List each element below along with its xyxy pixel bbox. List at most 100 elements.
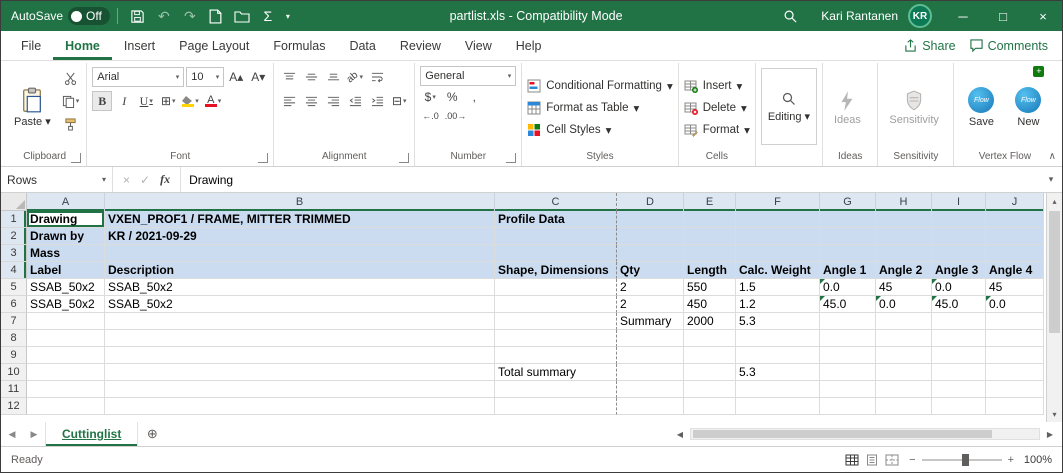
cell-B9[interactable] [105,347,495,364]
cell-D7[interactable]: Summary [617,313,684,330]
cell-H4[interactable]: Angle 2 [876,262,932,279]
cell-F9[interactable] [736,347,820,364]
cell-A3[interactable]: Mass [27,245,105,262]
cell-F12[interactable] [736,398,820,415]
borders-button[interactable]: ⊞▾ [158,91,178,111]
row-header-1[interactable]: 1 [1,211,27,228]
paste-button[interactable]: Paste ▾ [8,66,57,149]
cell-I2[interactable] [932,228,986,245]
column-header-H[interactable]: H [876,193,932,211]
cell-C10[interactable]: Total summary [495,364,617,381]
cell-C9[interactable] [495,347,617,364]
cell-D5[interactable]: 2 [617,279,684,296]
cancel-entry-button[interactable]: × [123,173,130,187]
accounting-format-button[interactable]: $▾ [420,87,440,107]
row-header-9[interactable]: 9 [1,347,27,364]
vertical-scroll-thumb[interactable] [1049,211,1060,333]
vertical-scrollbar[interactable]: ▴ ▾ [1046,193,1062,422]
tab-help[interactable]: Help [504,31,554,60]
cell-A10[interactable] [27,364,105,381]
cell-J1[interactable] [986,211,1044,228]
cell-D11[interactable] [617,381,684,398]
cell-D4[interactable]: Qty [617,262,684,279]
column-header-F[interactable]: F [736,193,820,211]
merge-center-button[interactable]: ⊟▾ [389,91,409,111]
conditional-formatting-button[interactable]: Conditional Formatting▾ [527,75,672,96]
cell-D2[interactable] [617,228,684,245]
document-title[interactable]: partlist.xls - Compatibility Mode [295,9,777,23]
underline-button[interactable]: U▾ [136,91,156,111]
cell-B2[interactable]: KR / 2021-09-29 [105,228,495,245]
italic-button[interactable]: I [114,91,134,111]
cell-B1[interactable]: VXEN_PROF1 / FRAME, MITTER TRIMMED [105,211,495,228]
row-header-5[interactable]: 5 [1,279,27,296]
cell-I5[interactable]: 0.0 [932,279,986,296]
cell-styles-button[interactable]: Cell Styles▾ [527,119,672,140]
cell-G4[interactable]: Angle 1 [820,262,876,279]
cell-E6[interactable]: 450 [684,296,736,313]
page-break-preview-icon[interactable] [885,454,899,466]
cell-I4[interactable]: Angle 3 [932,262,986,279]
comments-button[interactable]: Comments [970,39,1048,53]
zoom-slider-thumb[interactable] [962,454,969,466]
cell-G5[interactable]: 0.0 [820,279,876,296]
increase-decimal-button[interactable]: ←.0 [420,106,441,126]
cell-J7[interactable] [986,313,1044,330]
customize-quick-access-button[interactable]: ▾ [281,1,295,31]
cell-F7[interactable]: 5.3 [736,313,820,330]
normal-view-icon[interactable] [845,454,859,466]
cell-C5[interactable] [495,279,617,296]
column-header-C[interactable]: C [495,193,617,211]
minimize-button[interactable]: ─ [944,1,982,31]
new-sheet-button[interactable]: ⊕ [138,422,166,446]
cell-E3[interactable] [684,245,736,262]
cell-A11[interactable] [27,381,105,398]
zoom-slider[interactable] [922,459,1002,461]
cell-E12[interactable] [684,398,736,415]
cell-D8[interactable] [617,330,684,347]
row-header-2[interactable]: 2 [1,228,27,245]
number-dialog-launcher[interactable] [506,153,516,163]
cell-H5[interactable]: 45 [876,279,932,296]
cell-J11[interactable] [986,381,1044,398]
sheet-tab-cuttinglist[interactable]: Cuttinglist [45,422,138,446]
confirm-entry-button[interactable]: ✓ [140,173,150,187]
cell-G6[interactable]: 45.0 [820,296,876,313]
autosave-toggle[interactable]: AutoSave Off [11,7,110,25]
cell-D3[interactable] [617,245,684,262]
cell-J8[interactable] [986,330,1044,347]
copy-button[interactable]: ▾ [60,91,82,111]
cell-A8[interactable] [27,330,105,347]
cell-F1[interactable] [736,211,820,228]
collapse-ribbon-button[interactable]: ∧ [1049,151,1056,162]
cell-G3[interactable] [820,245,876,262]
cell-F11[interactable] [736,381,820,398]
zoom-level[interactable]: 100% [1020,454,1052,466]
font-name-combobox[interactable]: Arial▾ [92,67,184,87]
horizontal-scroll-thumb[interactable] [693,430,992,438]
row-header-7[interactable]: 7 [1,313,27,330]
cell-C7[interactable] [495,313,617,330]
column-header-B[interactable]: B [105,193,495,211]
cell-G9[interactable] [820,347,876,364]
cell-J12[interactable] [986,398,1044,415]
cell-A9[interactable] [27,347,105,364]
increase-indent-button[interactable] [367,91,387,111]
decrease-indent-button[interactable] [345,91,365,111]
cell-A12[interactable] [27,398,105,415]
page-layout-view-icon[interactable] [865,454,879,466]
column-header-E[interactable]: E [684,193,736,211]
tab-formulas[interactable]: Formulas [261,31,337,60]
cell-C6[interactable] [495,296,617,313]
scroll-left-icon[interactable]: ◀ [672,426,688,442]
tab-file[interactable]: File [9,31,53,60]
column-header-J[interactable]: J [986,193,1044,211]
cell-C3[interactable] [495,245,617,262]
editing-button[interactable]: Editing ▾ [761,68,817,145]
cell-B3[interactable] [105,245,495,262]
cell-H8[interactable] [876,330,932,347]
cell-E4[interactable]: Length [684,262,736,279]
sensitivity-button[interactable]: Sensitivity [883,66,945,149]
cell-H6[interactable]: 0.0 [876,296,932,313]
name-box[interactable]: Rows ▾ [1,167,113,192]
